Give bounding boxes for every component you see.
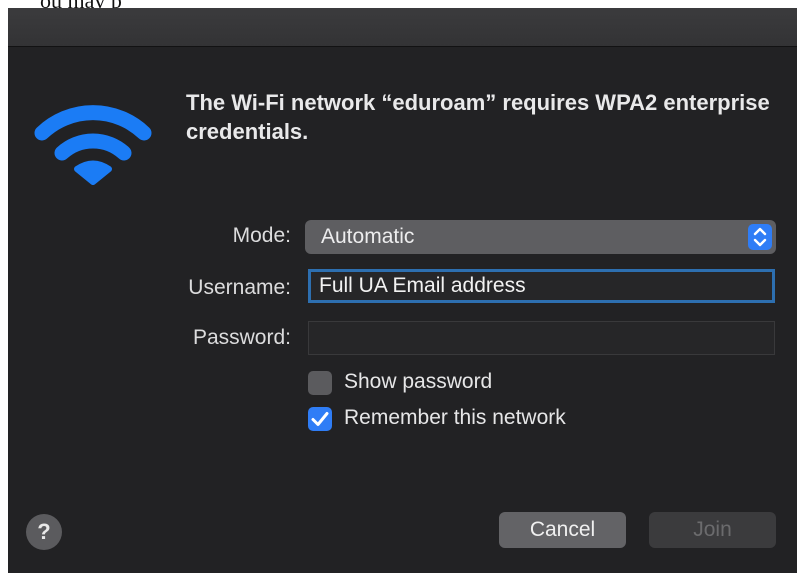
username-field[interactable] [308,269,775,303]
wifi-icon [34,105,152,185]
show-password-checkbox[interactable] [308,371,332,395]
checkmark-icon [311,412,329,426]
password-label: Password: [192,326,291,349]
mode-select[interactable]: Automatic [305,220,776,254]
dialog-titlebar[interactable] [8,8,797,47]
up-down-chevron-icon[interactable] [748,224,772,250]
cancel-button[interactable]: Cancel [499,512,626,548]
mode-select-value: Automatic [321,225,415,248]
remember-network-checkbox[interactable] [308,407,332,431]
dialog-message: The Wi-Fi network “eduroam” requires WPA… [186,90,770,144]
show-password-label[interactable]: Show password [344,370,492,394]
username-label: Username: [188,276,291,299]
password-field[interactable] [308,321,775,355]
join-button[interactable]: Join [649,512,776,548]
help-button[interactable]: ? [26,514,62,550]
mode-label: Mode: [232,224,291,247]
wifi-credentials-dialog: The Wi-Fi network “eduroam” requires WPA… [8,8,797,573]
remember-network-label[interactable]: Remember this network [344,406,566,430]
